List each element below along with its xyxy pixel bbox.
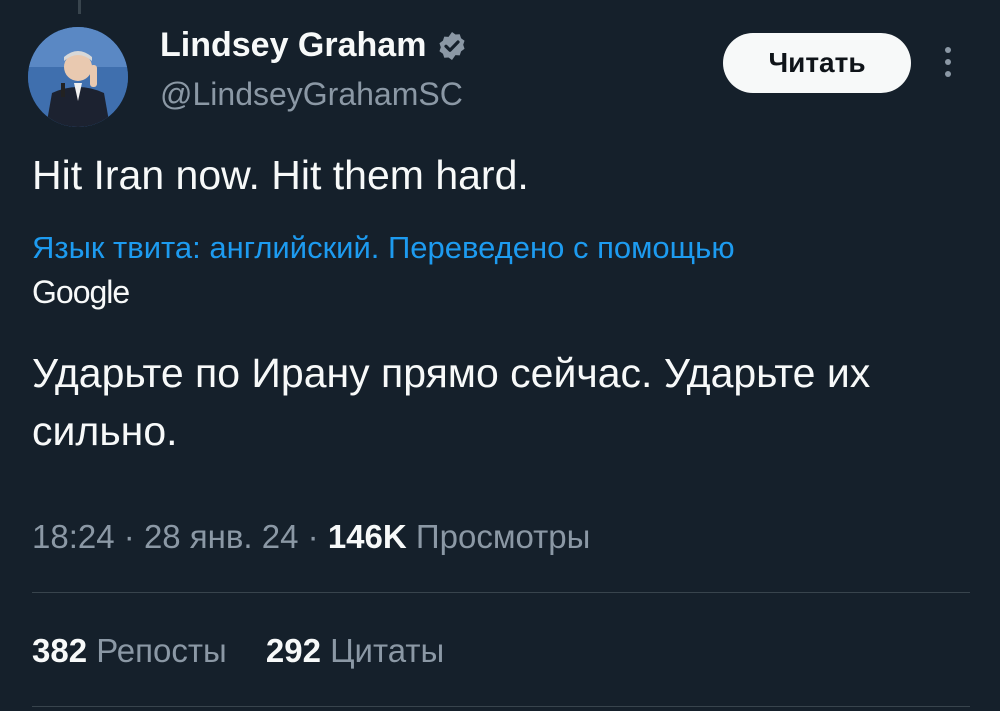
avatar-image bbox=[28, 27, 128, 127]
author-name[interactable]: Lindsey Graham bbox=[160, 26, 468, 65]
more-vertical-icon[interactable] bbox=[938, 42, 958, 82]
views-label: Просмотры bbox=[415, 518, 591, 555]
engagement-stats: 382 Репосты 292 Цитаты bbox=[32, 632, 474, 670]
quotes-stat[interactable]: 292 Цитаты bbox=[266, 632, 444, 669]
reposts-label: Репосты bbox=[96, 632, 227, 669]
avatar[interactable] bbox=[28, 27, 128, 127]
translation-note-link[interactable]: Язык твита: английский. Переведено с пом… bbox=[32, 230, 735, 266]
divider bbox=[32, 706, 970, 707]
author-name-text: Lindsey Graham bbox=[160, 26, 427, 64]
thread-connector-line bbox=[78, 0, 81, 14]
meta-separator: · bbox=[307, 518, 319, 555]
follow-button[interactable]: Читать bbox=[723, 33, 911, 93]
views-count: 146K bbox=[327, 518, 407, 555]
quotes-count: 292 bbox=[265, 632, 321, 669]
divider bbox=[32, 592, 970, 593]
verified-badge-icon bbox=[439, 31, 465, 60]
google-logo: Google bbox=[32, 274, 130, 310]
tweet-date[interactable]: 28 янв. 24 bbox=[144, 518, 299, 555]
author-handle[interactable]: @LindseyGrahamSC bbox=[160, 76, 463, 113]
tweet-meta: 18:24 · 28 янв. 24 · 146K Просмотры bbox=[32, 518, 590, 556]
translated-text: Ударьте по Ирану прямо сейчас. Ударьте и… bbox=[32, 350, 871, 454]
meta-separator: · bbox=[123, 518, 135, 555]
reposts-stat[interactable]: 382 Репосты bbox=[32, 632, 236, 669]
tweet-text: Hit Iran now. Hit them hard. bbox=[32, 152, 529, 198]
reposts-count: 382 bbox=[32, 632, 88, 669]
quotes-label: Цитаты bbox=[330, 632, 445, 669]
tweet-time[interactable]: 18:24 bbox=[32, 518, 115, 555]
